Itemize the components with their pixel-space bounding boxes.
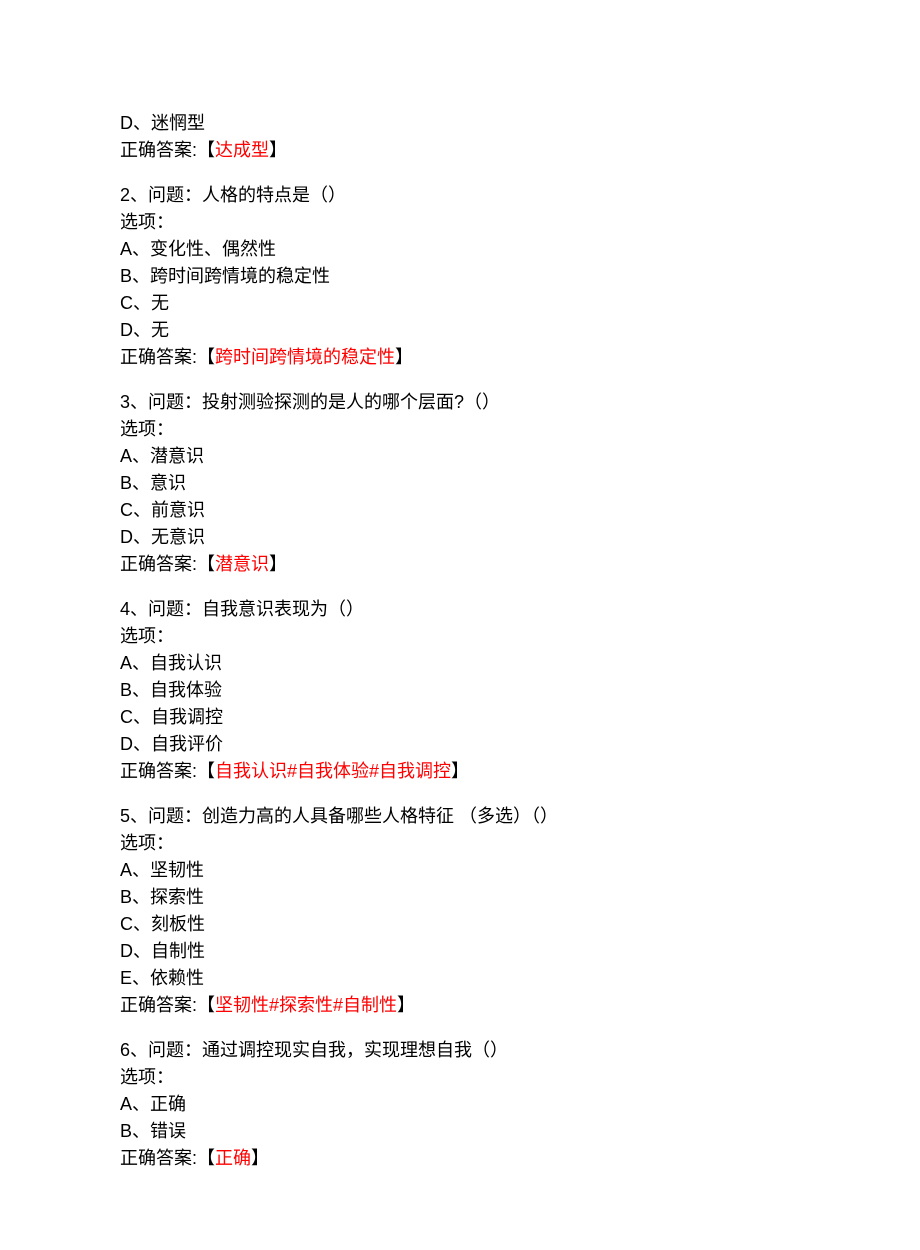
options-label: 选项： [120,830,800,857]
answer-line: 正确答案:【正确】 [120,1145,800,1172]
option-c: C、刻板性 [120,911,800,938]
bracket-close: 】 [397,995,415,1015]
question-header: 4、问题：自我意识表现为（） [120,596,800,623]
option-a: A、自我认识 [120,650,800,677]
bracket-open: 【 [197,554,215,574]
bracket-open: 【 [197,347,215,367]
answer-label: 正确答案: [120,140,197,160]
option-d: D、迷惘型 [120,110,800,137]
options-label: 选项： [120,416,800,443]
answer-value: 跨时间跨情境的稳定性 [215,347,395,367]
answer-label: 正确答案: [120,1148,197,1168]
document-page: D、迷惘型 正确答案:【达成型】 2、问题：人格的特点是（） 选项： A、变化性… [0,0,920,1250]
bracket-open: 【 [197,995,215,1015]
question-4: 4、问题：自我意识表现为（） 选项： A、自我认识 B、自我体验 C、自我调控 … [120,596,800,785]
bracket-close: 】 [251,1148,269,1168]
bracket-open: 【 [197,140,215,160]
option-c: C、前意识 [120,497,800,524]
option-d: D、自我评价 [120,731,800,758]
question-header: 5、问题：创造力高的人具备哪些人格特征 （多选）（） [120,803,800,830]
option-a: A、坚韧性 [120,857,800,884]
answer-label: 正确答案: [120,347,197,367]
answer-value: 潜意识 [215,554,269,574]
bracket-close: 】 [395,347,413,367]
option-b: B、自我体验 [120,677,800,704]
answer-label: 正确答案: [120,761,197,781]
options-label: 选项： [120,623,800,650]
option-b: B、错误 [120,1118,800,1145]
answer-line: 正确答案:【坚韧性#探索性#自制性】 [120,992,800,1019]
answer-line: 正确答案:【自我认识#自我体验#自我调控】 [120,758,800,785]
answer-label: 正确答案: [120,995,197,1015]
answer-line: 正确答案:【达成型】 [120,137,800,164]
answer-line: 正确答案:【跨时间跨情境的稳定性】 [120,344,800,371]
bracket-open: 【 [197,761,215,781]
option-b: B、意识 [120,470,800,497]
question-header: 6、问题：通过调控现实自我，实现理想自我（） [120,1037,800,1064]
option-c: C、自我调控 [120,704,800,731]
option-d: D、自制性 [120,938,800,965]
option-e: E、依赖性 [120,965,800,992]
bracket-close: 】 [269,554,287,574]
answer-label: 正确答案: [120,554,197,574]
bracket-close: 】 [451,761,469,781]
question-header: 2、问题：人格的特点是（） [120,182,800,209]
question-6: 6、问题：通过调控现实自我，实现理想自我（） 选项： A、正确 B、错误 正确答… [120,1037,800,1172]
question-header: 3、问题：投射测验探测的是人的哪个层面?（） [120,389,800,416]
question-2: 2、问题：人格的特点是（） 选项： A、变化性、偶然性 B、跨时间跨情境的稳定性… [120,182,800,371]
option-c: C、无 [120,290,800,317]
option-d: D、无 [120,317,800,344]
bracket-open: 【 [197,1148,215,1168]
answer-value: 自我认识#自我体验#自我调控 [215,761,451,781]
answer-value: 达成型 [215,140,269,160]
answer-value: 坚韧性#探索性#自制性 [215,995,397,1015]
option-b: B、探索性 [120,884,800,911]
question-3: 3、问题：投射测验探测的是人的哪个层面?（） 选项： A、潜意识 B、意识 C、… [120,389,800,578]
option-a: A、变化性、偶然性 [120,236,800,263]
option-a: A、正确 [120,1091,800,1118]
question-1-partial: D、迷惘型 正确答案:【达成型】 [120,110,800,164]
answer-value: 正确 [215,1148,251,1168]
bracket-close: 】 [269,140,287,160]
options-label: 选项： [120,1064,800,1091]
answer-line: 正确答案:【潜意识】 [120,551,800,578]
option-a: A、潜意识 [120,443,800,470]
option-b: B、跨时间跨情境的稳定性 [120,263,800,290]
option-d: D、无意识 [120,524,800,551]
question-5: 5、问题：创造力高的人具备哪些人格特征 （多选）（） 选项： A、坚韧性 B、探… [120,803,800,1019]
options-label: 选项： [120,209,800,236]
